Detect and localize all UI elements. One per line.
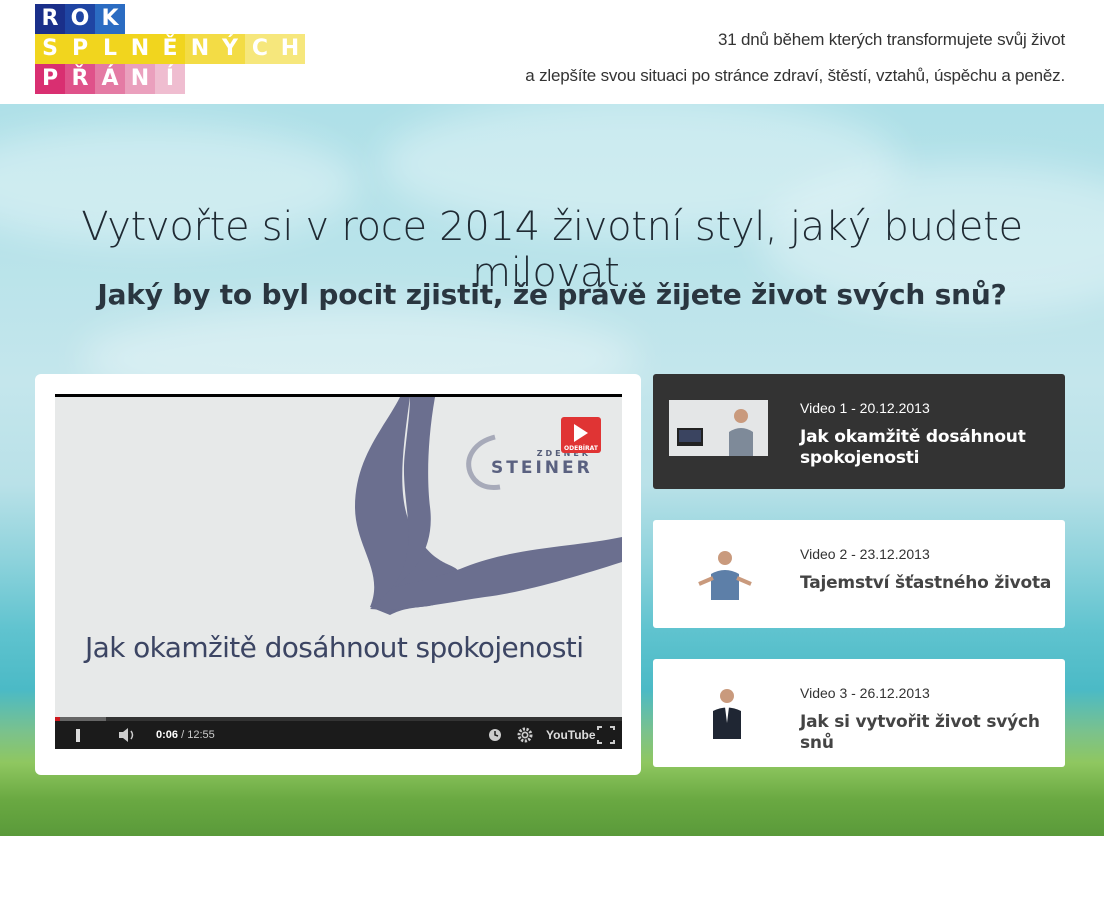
presenter-thumbnail-image	[669, 683, 768, 739]
logo-letter: Á	[95, 64, 125, 94]
volume-button[interactable]	[117, 721, 137, 749]
video-title: Jak okamžitě dosáhnout spokojenosti	[800, 427, 1026, 468]
tagline-line-1: 31 dnů během kterých transformujete svůj…	[717, 30, 1065, 49]
logo-letter: Ý	[215, 34, 245, 64]
hero-section: Vytvořte si v roce 2014 životní styl, ja…	[0, 104, 1104, 836]
video-title: Jak si vytvořit život svých snů	[800, 712, 1040, 753]
video-frame[interactable]: ZDENĚK STEINER ODEBÍRAT Jak okamžitě dos…	[55, 397, 622, 717]
play-icon	[574, 424, 588, 442]
logo-letter: N	[185, 34, 215, 64]
fullscreen-button[interactable]	[596, 721, 616, 749]
player-controls: 0:06 / 12:55 YouTube	[55, 721, 622, 749]
video-date: Video 3 - 26.12.2013	[800, 685, 930, 701]
video-thumbnail	[669, 544, 768, 600]
time-total: / 12:55	[181, 729, 215, 741]
time-display: 0:06 / 12:55	[156, 721, 215, 749]
clock-icon	[489, 729, 501, 741]
video-card: ZDENĚK STEINER ODEBÍRAT Jak okamžitě dos…	[35, 374, 641, 775]
video-list-item-2[interactable]: Video 2 - 23.12.2013 Tajemství šťastného…	[653, 520, 1065, 628]
settings-button[interactable]	[516, 721, 534, 749]
logo-row-rok: R O K	[35, 4, 305, 34]
video-title: Tajemství šťastného života	[800, 573, 1052, 593]
logo-letter: P	[35, 64, 65, 94]
hero-subtitle: Jaký by to byl pocit zjistit, že právě ž…	[97, 278, 1007, 311]
time-current: 0:06	[156, 729, 179, 741]
brand-surname: STEINER	[491, 458, 593, 478]
site-logo[interactable]: R O K S P L N Ě N Ý C H P Ř Á N Í	[35, 4, 305, 94]
volume-icon	[119, 728, 134, 742]
watch-later-button[interactable]	[488, 721, 502, 749]
fullscreen-icon	[597, 726, 615, 744]
video-list-item-1[interactable]: Video 1 - 20.12.2013 Jak okamžitě dosáhn…	[653, 374, 1065, 489]
presenter-thumbnail-image	[669, 544, 768, 600]
logo-letter: H	[275, 34, 305, 64]
video-caption: Jak okamžitě dosáhnout spokojenosti	[85, 631, 584, 664]
video-list-item-3[interactable]: Video 3 - 26.12.2013 Jak si vytvořit živ…	[653, 659, 1065, 767]
video-thumbnail	[669, 683, 768, 739]
logo-letter: K	[95, 4, 125, 34]
youtube-logo-button[interactable]: YouTube	[546, 721, 596, 749]
header-tagline: 31 dnů během kterých transformujete svůj…	[525, 22, 1065, 94]
logo-letter: Ě	[155, 34, 185, 64]
logo-row-splnenych: S P L N Ě N Ý C H	[35, 34, 305, 64]
speech-bubble-graphic	[355, 397, 622, 615]
logo-letter: Í	[155, 64, 185, 94]
presenter-thumbnail-image	[669, 400, 768, 456]
logo-letter: R	[35, 4, 65, 34]
logo-letter: S	[35, 34, 65, 64]
logo-letter: O	[65, 4, 95, 34]
tagline-line-2: a zlepšíte svou situaci po stránce zdrav…	[525, 66, 1065, 85]
youtube-logo: YouTube	[546, 728, 596, 742]
video-date: Video 2 - 23.12.2013	[800, 546, 930, 562]
logo-letter: L	[95, 34, 125, 64]
logo-letter: N	[125, 34, 155, 64]
video-date: Video 1 - 20.12.2013	[800, 400, 930, 416]
gear-icon	[517, 727, 533, 743]
logo-letter: C	[245, 34, 275, 64]
video-thumbnail	[669, 400, 768, 456]
logo-letter: P	[65, 34, 95, 64]
logo-letter: N	[125, 64, 155, 94]
site-header: R O K S P L N Ě N Ý C H P Ř Á N Í 31 dnů…	[0, 0, 1104, 104]
pause-button[interactable]	[76, 729, 88, 742]
logo-letter: Ř	[65, 64, 95, 94]
subscribe-label: ODEBÍRAT	[564, 445, 598, 452]
logo-row-prani: P Ř Á N Í	[35, 64, 305, 94]
subscribe-button[interactable]: ODEBÍRAT	[561, 417, 601, 453]
youtube-player[interactable]: ZDENĚK STEINER ODEBÍRAT Jak okamžitě dos…	[55, 394, 622, 749]
channel-brand: ZDENĚK STEINER	[491, 449, 601, 478]
